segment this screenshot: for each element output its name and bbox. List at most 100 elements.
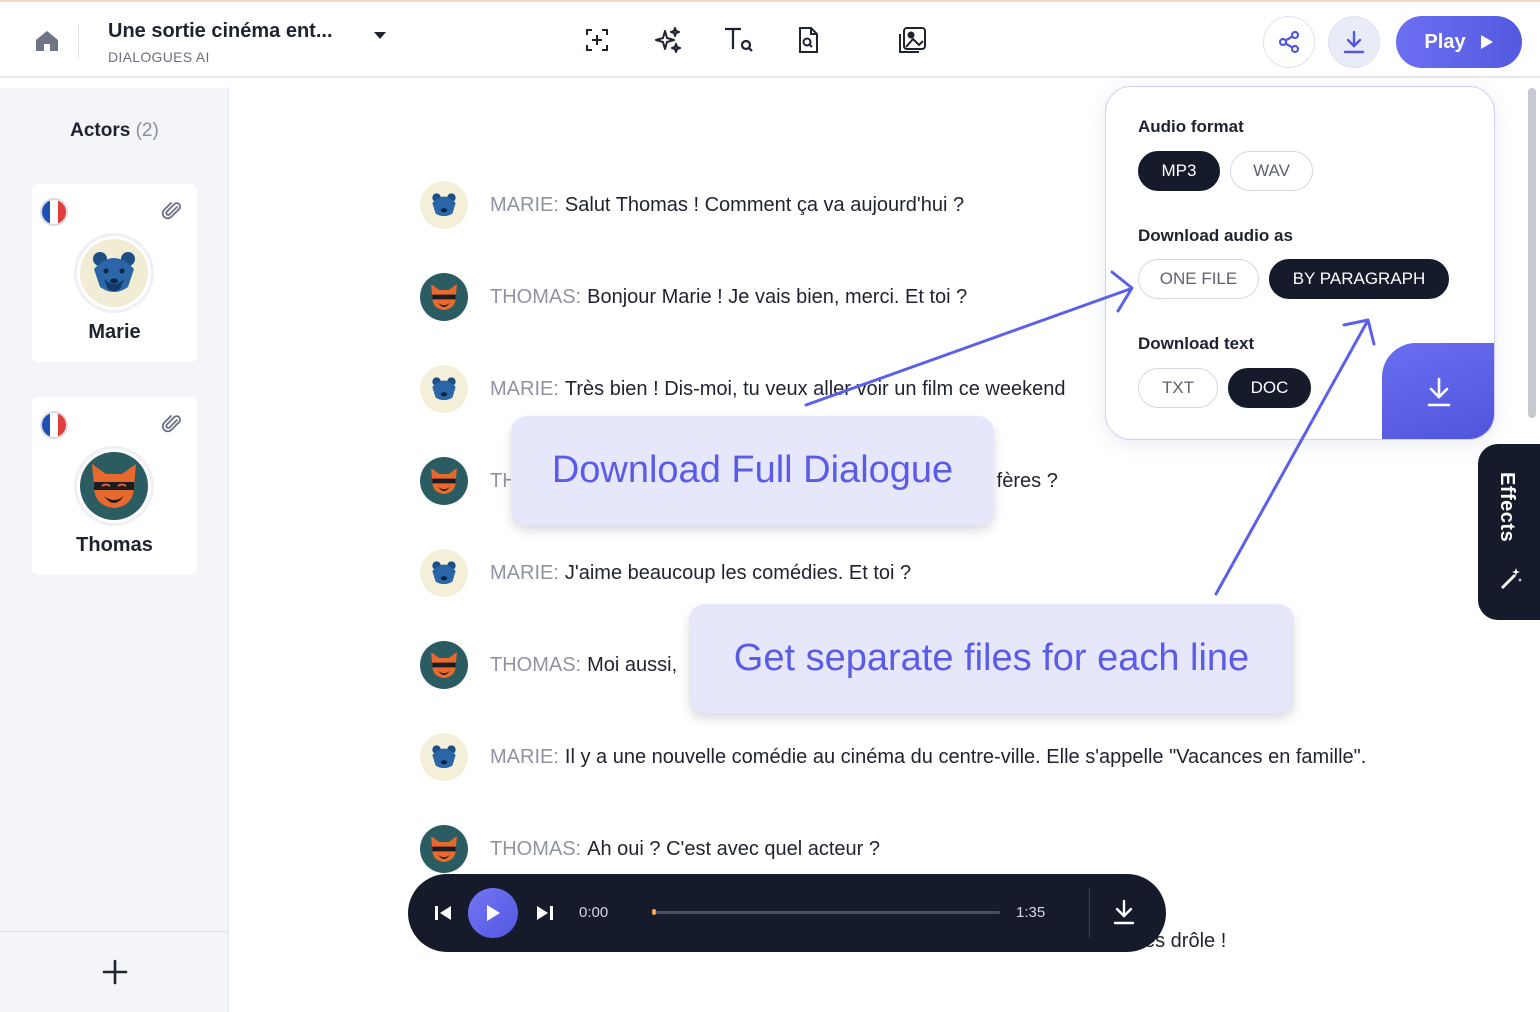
player-play-button[interactable] bbox=[468, 888, 518, 938]
actor-name: Thomas bbox=[76, 534, 153, 556]
add-actor-button[interactable] bbox=[0, 931, 229, 1012]
callout-full-dialogue: Download Full Dialogue bbox=[511, 416, 994, 525]
top-bar: Une sortie cinéma ent... DIALOGUES AI Pl… bbox=[0, 0, 1540, 78]
blue-bear-icon bbox=[420, 733, 468, 781]
text-doc-button[interactable]: DOC bbox=[1228, 368, 1311, 408]
text-txt-button[interactable]: TXT bbox=[1138, 368, 1218, 408]
line-text[interactable]: fères ? bbox=[997, 470, 1058, 493]
blue-bear-icon bbox=[420, 181, 468, 229]
player-download-button[interactable] bbox=[1112, 898, 1136, 931]
line-text[interactable]: Moi aussi, bbox=[587, 654, 677, 677]
actors-sidebar: Actors (2) Marie Thomas bbox=[0, 88, 229, 1012]
by-paragraph-button[interactable]: BY PARAGRAPH bbox=[1269, 259, 1449, 299]
effects-tab[interactable]: Effects bbox=[1478, 444, 1540, 620]
download-icon bbox=[1427, 377, 1451, 407]
text-search-button[interactable] bbox=[720, 22, 756, 58]
list-item[interactable]: THOMAS: Moi aussi, bbox=[420, 640, 677, 690]
fox-icon bbox=[420, 825, 468, 873]
image-gallery-icon bbox=[899, 27, 926, 53]
speaker-label: MARIE: bbox=[490, 193, 559, 216]
home-button[interactable] bbox=[30, 26, 64, 56]
list-item[interactable]: MARIE: Il y a une nouvelle comédie au ci… bbox=[420, 732, 1366, 782]
document-search-button[interactable] bbox=[790, 22, 826, 58]
effects-label: Effects bbox=[1496, 472, 1518, 543]
format-wav-button[interactable]: WAV bbox=[1230, 151, 1313, 191]
current-time: 0:00 bbox=[579, 904, 609, 921]
progress-handle[interactable] bbox=[652, 909, 656, 915]
avatar bbox=[77, 449, 151, 523]
list-item[interactable]: MARIE: Salut Thomas ! Comment ça va aujo… bbox=[420, 180, 964, 230]
title-dropdown-button[interactable] bbox=[372, 28, 388, 46]
speaker-label: MARIE: bbox=[490, 561, 559, 584]
skip-forward-icon bbox=[537, 906, 553, 920]
actors-count: (2) bbox=[135, 120, 159, 141]
download-options-panel: Audio format MP3 WAV Download audio as O… bbox=[1105, 86, 1495, 440]
line-text[interactable]: Ah oui ? C'est avec quel acteur ? bbox=[587, 838, 880, 861]
download-icon bbox=[1343, 30, 1365, 54]
french-flag-icon[interactable] bbox=[40, 198, 68, 226]
french-flag-icon[interactable] bbox=[40, 411, 68, 439]
actors-heading: Actors (2) bbox=[70, 120, 159, 141]
blue-bear-icon bbox=[420, 365, 468, 413]
plus-icon bbox=[102, 959, 127, 985]
line-text[interactable]: Très bien ! Dis-moi, tu veux aller voir … bbox=[565, 378, 1066, 401]
line-text[interactable]: J'aime beaucoup les comédies. Et toi ? bbox=[565, 562, 911, 585]
one-file-button[interactable]: ONE FILE bbox=[1138, 259, 1259, 299]
magic-wand-icon bbox=[1498, 566, 1524, 597]
fox-icon bbox=[420, 273, 468, 321]
line-text[interactable]: Bonjour Marie ! Je vais bien, merci. Et … bbox=[587, 286, 967, 309]
line-text[interactable]: Il y a une nouvelle comédie au cinéma du… bbox=[565, 746, 1366, 769]
actor-card-marie[interactable]: Marie bbox=[32, 184, 197, 362]
header-divider bbox=[78, 24, 79, 58]
format-mp3-button[interactable]: MP3 bbox=[1138, 151, 1220, 191]
duration: 1:35 bbox=[1016, 904, 1046, 921]
document-title[interactable]: Une sortie cinéma ent... bbox=[108, 20, 333, 43]
fox-icon bbox=[80, 452, 148, 520]
next-track-button[interactable] bbox=[534, 901, 556, 930]
player-divider bbox=[1089, 888, 1090, 938]
blue-bear-icon bbox=[420, 549, 468, 597]
share-button[interactable] bbox=[1263, 16, 1315, 68]
previous-track-button[interactable] bbox=[432, 901, 454, 930]
scrollbar[interactable] bbox=[1528, 88, 1536, 418]
attach-voice-button[interactable] bbox=[161, 200, 183, 227]
avatar bbox=[77, 236, 151, 310]
play-icon bbox=[487, 905, 500, 921]
list-item[interactable]: THOMAS: Bonjour Marie ! Je vais bien, me… bbox=[420, 272, 967, 322]
add-frame-icon bbox=[586, 29, 608, 51]
skip-back-icon bbox=[435, 906, 451, 920]
list-item[interactable]: THOMAS: Ah oui ? C'est avec quel acteur … bbox=[420, 824, 880, 874]
attach-voice-button[interactable] bbox=[161, 413, 183, 440]
text-search-icon bbox=[725, 27, 753, 52]
paperclip-icon bbox=[161, 415, 181, 433]
add-frame-button[interactable] bbox=[579, 22, 615, 58]
fox-icon bbox=[420, 641, 468, 689]
document-subtitle: DIALOGUES AI bbox=[108, 49, 210, 65]
caret-down-icon bbox=[374, 32, 386, 39]
speaker-label: MARIE: bbox=[490, 377, 559, 400]
line-text[interactable]: Salut Thomas ! Comment ça va aujourd'hui… bbox=[565, 194, 964, 217]
blue-bear-icon bbox=[80, 239, 148, 307]
play-icon bbox=[1480, 35, 1493, 49]
callout-separate-files: Get separate files for each line bbox=[689, 604, 1294, 713]
speaker-label: THOMAS: bbox=[490, 837, 582, 860]
audio-format-label: Audio format bbox=[1138, 117, 1244, 136]
download-icon bbox=[1113, 899, 1135, 925]
home-icon bbox=[36, 31, 58, 51]
ai-magic-button[interactable] bbox=[650, 22, 686, 58]
play-button[interactable]: Play bbox=[1396, 16, 1522, 68]
confirm-download-button[interactable] bbox=[1382, 343, 1494, 439]
sparkles-icon bbox=[655, 27, 681, 53]
play-label: Play bbox=[1424, 30, 1466, 53]
download-text-label: Download text bbox=[1138, 334, 1255, 353]
document-search-icon bbox=[799, 27, 818, 53]
download-button[interactable] bbox=[1328, 16, 1380, 68]
list-item[interactable]: MARIE: Très bien ! Dis-moi, tu veux alle… bbox=[420, 364, 1065, 414]
list-item[interactable]: MARIE: J'aime beaucoup les comédies. Et … bbox=[420, 548, 911, 598]
actor-card-thomas[interactable]: Thomas bbox=[32, 397, 197, 575]
progress-slider[interactable] bbox=[652, 911, 1000, 914]
speaker-label: THOMAS: bbox=[490, 285, 582, 308]
speaker-label: MARIE: bbox=[490, 745, 559, 768]
paperclip-icon bbox=[161, 202, 181, 220]
image-gallery-button[interactable] bbox=[894, 22, 930, 58]
